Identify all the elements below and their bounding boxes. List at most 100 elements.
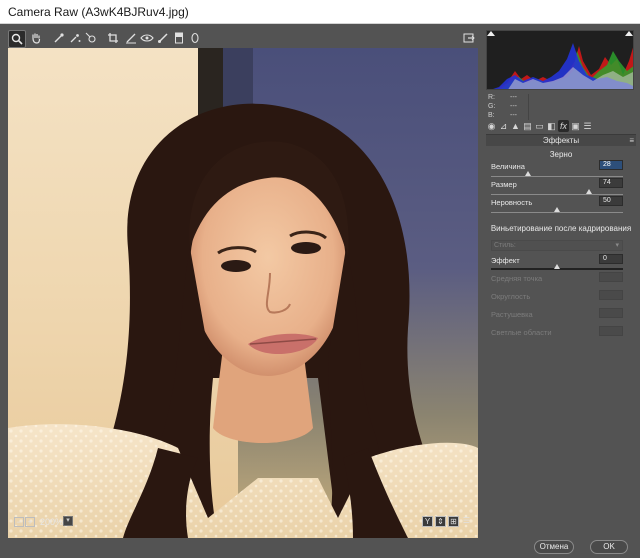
radial-filter-icon: [191, 32, 199, 44]
midpoint-label: Средняя точка: [491, 274, 543, 283]
tab-camera-calibration[interactable]: ▣: [570, 120, 581, 132]
grain-amount-input[interactable]: 28: [599, 160, 623, 170]
tab-split-toning[interactable]: ▭: [534, 120, 545, 132]
right-panel: R: --- G: --- B: --- ◉ ⊿ ▲ ▤ ▭ ◧ fx ▣ ☰ Эфф…: [480, 24, 640, 558]
window-titlebar: Camera Raw (A3wK4BJRuv4.jpg): [0, 0, 640, 24]
calibration-icon: ▣: [571, 121, 580, 131]
hand-icon: [32, 33, 41, 44]
tab-basic[interactable]: ◉: [486, 120, 497, 132]
radial-filter-tool-button[interactable]: [186, 30, 204, 48]
grain-roughness-label: Неровность: [491, 198, 533, 207]
feather-input: [599, 308, 623, 318]
crop-icon: [108, 33, 118, 43]
tab-tone-curve[interactable]: ⊿: [498, 120, 509, 132]
vignette-amount-thumb[interactable]: [554, 264, 560, 269]
brush-icon: [158, 33, 168, 43]
feather-label: Растушевка: [491, 310, 533, 319]
hand-tool-button[interactable]: [27, 30, 45, 48]
window-title: Camera Raw (A3wK4BJRuv4.jpg): [8, 5, 189, 19]
histogram-graph: [493, 43, 633, 89]
grain-size-track[interactable]: [491, 194, 623, 195]
highlights-label: Светлые области: [491, 328, 552, 337]
tab-lens-corrections[interactable]: ◧: [546, 120, 557, 132]
tab-detail[interactable]: ▲: [510, 120, 521, 132]
ok-button[interactable]: OK: [590, 540, 628, 554]
export-icon: [463, 33, 475, 43]
panel-tabs: ◉ ⊿ ▲ ▤ ▭ ◧ fx ▣ ☰: [486, 120, 636, 134]
aperture-icon: ◉: [487, 121, 496, 131]
before-after-y-button[interactable]: Y: [422, 516, 433, 527]
vignette-section-title: Виньетирование после кадрирования: [490, 224, 632, 233]
cancel-button[interactable]: Отмена: [534, 540, 574, 554]
eyedropper-icon: [54, 33, 64, 43]
panel-title: Эффекты: [542, 136, 580, 145]
grain-amount-label: Величина: [491, 162, 525, 171]
graduated-filter-icon: [175, 32, 183, 44]
vignette-amount-label: Эффект: [491, 256, 520, 265]
histogram: [486, 30, 634, 90]
tab-presets[interactable]: ☰: [582, 120, 593, 132]
grain-amount-thumb[interactable]: [525, 171, 531, 176]
grain-roughness-input[interactable]: 50: [599, 196, 623, 206]
zoom-in-button[interactable]: +: [25, 517, 35, 527]
grain-size-input[interactable]: 74: [599, 178, 623, 188]
hsl-icon: ▤: [523, 121, 532, 131]
camera-raw-dialog: − + 200% ▾ Y ⇕ ⊞ ☰ R: --- G: --- B: --- ◉: [0, 24, 640, 558]
readout-divider: [528, 94, 529, 120]
swap-before-after-button[interactable]: ⇕: [435, 516, 446, 527]
copy-icon: ⊞: [450, 517, 457, 526]
lens-icon: ◧: [547, 121, 556, 131]
vignette-style-select[interactable]: Стиль: ▾: [491, 240, 623, 251]
grain-amount-track[interactable]: [491, 176, 623, 177]
chevron-down-icon: ▾: [615, 242, 619, 249]
chevron-down-icon: ▾: [66, 517, 70, 524]
midpoint-input: [599, 272, 623, 282]
presets-icon: ☰: [583, 121, 592, 131]
zoom-level: 200%: [40, 517, 64, 527]
view-options-button[interactable]: ☰: [461, 516, 472, 527]
portrait-photo: [8, 48, 478, 538]
crop-tool-button[interactable]: [104, 30, 122, 48]
tab-effects[interactable]: fx: [558, 120, 569, 132]
fx-icon: fx: [559, 121, 567, 131]
copy-settings-button[interactable]: ⊞: [448, 516, 459, 527]
panel-menu-icon[interactable]: ≡: [629, 136, 634, 145]
y-view-icon: Y: [424, 517, 431, 526]
zoom-out-button[interactable]: −: [14, 517, 24, 527]
highlights-input: [599, 326, 623, 336]
grain-section-title: Зерно: [549, 150, 573, 159]
grain-roughness-track[interactable]: [491, 212, 623, 213]
magnifier-icon: [11, 33, 23, 45]
vignette-amount-input[interactable]: 0: [599, 254, 623, 264]
open-preferences-button[interactable]: [460, 30, 478, 48]
g-value: ---: [510, 103, 517, 110]
vignette-style-label: Стиль:: [494, 242, 516, 249]
b-label: B:: [488, 112, 495, 119]
effects-panel-header: Эффекты ≡: [486, 134, 636, 146]
red-eye-icon: [140, 34, 154, 42]
swap-icon: ⇕: [437, 517, 444, 526]
tab-hsl[interactable]: ▤: [522, 120, 533, 132]
plus-icon: +: [27, 517, 33, 527]
straighten-icon: [126, 33, 136, 44]
image-preview-canvas[interactable]: [8, 48, 478, 538]
r-label: R:: [488, 94, 495, 101]
zoom-tool-button[interactable]: [8, 30, 26, 48]
toolbar: [8, 30, 478, 50]
roundness-input: [599, 290, 623, 300]
sliders-icon: ☰: [462, 516, 471, 525]
curve-icon: ⊿: [499, 121, 508, 131]
split-tone-icon: ▭: [535, 121, 544, 131]
grain-size-label: Размер: [491, 180, 517, 189]
roundness-label: Округлость: [491, 292, 531, 301]
zoom-dropdown[interactable]: ▾: [63, 516, 73, 526]
highlight-clipping-indicator[interactable]: [625, 31, 633, 36]
shadow-clipping-indicator[interactable]: [487, 31, 495, 36]
sampler-eyedropper-icon: [70, 34, 81, 43]
grain-size-thumb[interactable]: [586, 189, 592, 194]
targeted-adjustment-tool-button[interactable]: [82, 30, 100, 48]
g-label: G:: [488, 103, 496, 110]
mountain-icon: ▲: [511, 121, 520, 131]
b-value: ---: [510, 112, 517, 119]
grain-roughness-thumb[interactable]: [554, 207, 560, 212]
